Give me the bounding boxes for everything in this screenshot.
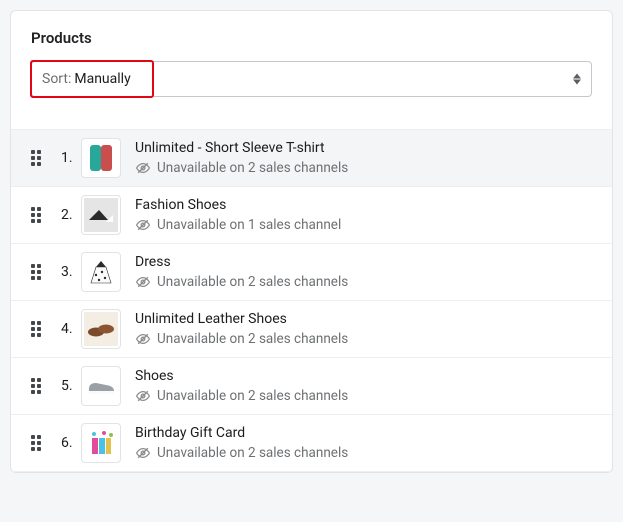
product-row[interactable]: 4. Unlimited Leather Shoes Unavailable o… <box>11 300 612 357</box>
eye-off-icon <box>135 388 151 404</box>
drag-handle-icon[interactable] <box>31 321 45 337</box>
section-title: Products <box>31 29 592 47</box>
product-status: Unavailable on 2 sales channels <box>135 444 348 462</box>
product-title: Dress <box>135 253 348 272</box>
products-card: Products Sort: Manually 1. Unlimited - S… <box>10 10 613 473</box>
status-text: Unavailable on 2 sales channels <box>157 159 348 177</box>
product-thumbnail <box>81 138 121 178</box>
card-body: Products Sort: Manually <box>11 11 612 107</box>
product-thumbnail <box>81 423 121 463</box>
status-text: Unavailable on 2 sales channels <box>157 444 348 462</box>
row-number: 4. <box>45 321 81 337</box>
product-title: Shoes <box>135 367 348 386</box>
product-row[interactable]: 5. Shoes Unavailable on 2 sales channels <box>11 357 612 414</box>
product-row[interactable]: 3. Dress Unavailable on 2 sales channels <box>11 243 612 300</box>
status-text: Unavailable on 2 sales channels <box>157 387 348 405</box>
product-list: 1. Unlimited - Short Sleeve T-shirt Unav… <box>11 129 612 472</box>
row-text: Shoes Unavailable on 2 sales channels <box>121 367 348 405</box>
drag-handle-icon[interactable] <box>31 264 45 280</box>
product-thumbnail <box>81 366 121 406</box>
product-thumbnail <box>81 309 121 349</box>
row-text: Fashion Shoes Unavailable on 1 sales cha… <box>121 196 341 234</box>
product-thumbnail <box>81 195 121 235</box>
product-row[interactable]: 2. Fashion Shoes Unavailable on 1 sales … <box>11 186 612 243</box>
product-status: Unavailable on 2 sales channels <box>135 387 348 405</box>
row-text: Birthday Gift Card Unavailable on 2 sale… <box>121 424 348 462</box>
select-caret-icon <box>573 74 581 85</box>
product-thumbnail <box>81 252 121 292</box>
product-status: Unavailable on 1 sales channel <box>135 216 341 234</box>
row-number: 3. <box>45 264 81 280</box>
drag-handle-icon[interactable] <box>31 207 45 223</box>
product-status: Unavailable on 2 sales channels <box>135 159 348 177</box>
eye-off-icon <box>135 331 151 347</box>
sort-label: Sort: <box>42 71 71 87</box>
product-status: Unavailable on 2 sales channels <box>135 273 348 291</box>
product-title: Unlimited - Short Sleeve T-shirt <box>135 139 348 158</box>
product-title: Unlimited Leather Shoes <box>135 310 348 329</box>
row-text: Dress Unavailable on 2 sales channels <box>121 253 348 291</box>
eye-off-icon <box>135 160 151 176</box>
row-number: 2. <box>45 207 81 223</box>
eye-off-icon <box>135 274 151 290</box>
sort-value: Manually <box>74 71 130 87</box>
row-number: 1. <box>45 150 81 166</box>
row-text: Unlimited Leather Shoes Unavailable on 2… <box>121 310 348 348</box>
product-row[interactable]: 6. Birthday Gift Card Unavailable on 2 s… <box>11 414 612 472</box>
eye-off-icon <box>135 217 151 233</box>
product-title: Fashion Shoes <box>135 196 341 215</box>
status-text: Unavailable on 2 sales channels <box>157 273 348 291</box>
status-text: Unavailable on 1 sales channel <box>157 216 341 234</box>
status-text: Unavailable on 2 sales channels <box>157 330 348 348</box>
eye-off-icon <box>135 445 151 461</box>
product-title: Birthday Gift Card <box>135 424 348 443</box>
drag-handle-icon[interactable] <box>31 150 45 166</box>
row-number: 5. <box>45 378 81 394</box>
row-number: 6. <box>45 435 81 451</box>
drag-handle-icon[interactable] <box>31 435 45 451</box>
row-text: Unlimited - Short Sleeve T-shirt Unavail… <box>121 139 348 177</box>
product-status: Unavailable on 2 sales channels <box>135 330 348 348</box>
product-row[interactable]: 1. Unlimited - Short Sleeve T-shirt Unav… <box>11 129 612 186</box>
drag-handle-icon[interactable] <box>31 378 45 394</box>
sort-select[interactable]: Sort: Manually <box>31 61 592 97</box>
